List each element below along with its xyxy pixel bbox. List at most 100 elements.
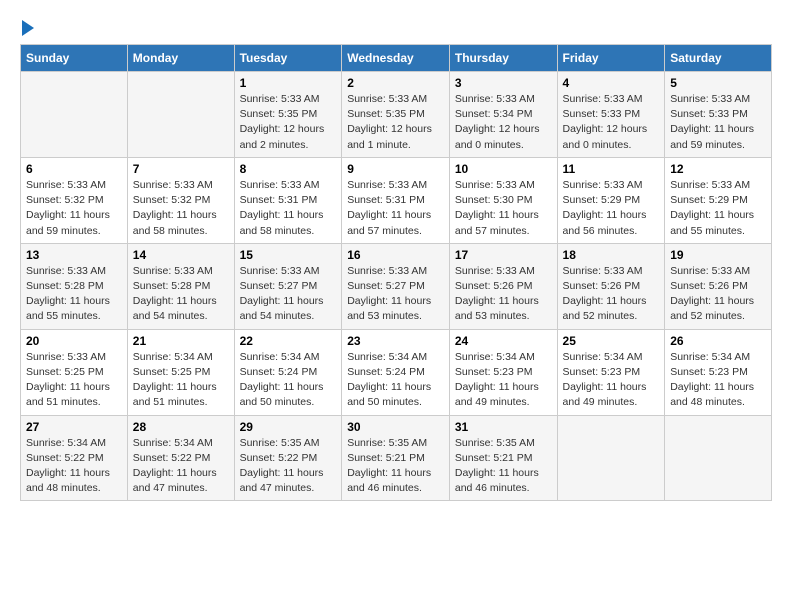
day-number: 22: [240, 334, 337, 348]
column-header-monday: Monday: [127, 45, 234, 72]
calendar-week-2: 6 Sunrise: 5:33 AMSunset: 5:32 PMDaylight…: [21, 157, 772, 243]
day-number: 4: [563, 76, 660, 90]
day-number: 29: [240, 420, 337, 434]
calendar-header-row: SundayMondayTuesdayWednesdayThursdayFrid…: [21, 45, 772, 72]
day-number: 9: [347, 162, 444, 176]
calendar-cell: [665, 415, 772, 501]
calendar-cell: 10Sunrise: 5:33 AMSunset: 5:30 PMDayligh…: [449, 157, 557, 243]
calendar-cell: 14 Sunrise: 5:33 AMSunset: 5:28 PMDayligh…: [127, 243, 234, 329]
calendar-cell: 27Sunrise: 5:34 AMSunset: 5:22 PMDayligh…: [21, 415, 128, 501]
day-detail: Sunrise: 5:33 AMSunset: 5:31 PMDaylight:…: [240, 178, 337, 239]
calendar-week-4: 20 Sunrise: 5:33 AMSunset: 5:25 PMDayligh…: [21, 329, 772, 415]
day-number: 19: [670, 248, 766, 262]
page-header: [20, 20, 772, 36]
day-detail: Sunrise: 5:33 AMSunset: 5:26 PMDaylight:…: [670, 264, 766, 325]
logo-arrow-icon: [22, 20, 34, 36]
day-detail: Sunrise: 5:33 AMSunset: 5:27 PMDaylight:…: [347, 264, 444, 325]
day-detail: Sunrise: 5:33 AMSunset: 5:33 PMDaylight:…: [563, 92, 660, 153]
day-detail: Sunrise: 5:33 AMSunset: 5:26 PMDaylight:…: [455, 264, 552, 325]
day-detail: Sunrise: 5:34 AMSunset: 5:23 PMDaylight:…: [455, 350, 552, 411]
day-number: 24: [455, 334, 552, 348]
day-number: 21: [133, 334, 229, 348]
calendar-cell: 20 Sunrise: 5:33 AMSunset: 5:25 PMDayligh…: [21, 329, 128, 415]
day-detail: Sunrise: 5:35 AMSunset: 5:22 PMDaylight:…: [240, 436, 337, 497]
calendar-cell: 1 Sunrise: 5:33 AMSunset: 5:35 PMDaylight…: [234, 72, 342, 158]
day-number: 18: [563, 248, 660, 262]
day-detail: Sunrise: 5:33 AMSunset: 5:27 PMDaylight:…: [240, 264, 337, 325]
calendar-cell: 3Sunrise: 5:33 AMSunset: 5:34 PMDaylight…: [449, 72, 557, 158]
day-number: 30: [347, 420, 444, 434]
calendar-cell: 31Sunrise: 5:35 AMSunset: 5:21 PMDayligh…: [449, 415, 557, 501]
day-detail: Sunrise: 5:34 AMSunset: 5:23 PMDaylight:…: [670, 350, 766, 411]
calendar-cell: 29 Sunrise: 5:35 AMSunset: 5:22 PMDayligh…: [234, 415, 342, 501]
day-detail: Sunrise: 5:33 AMSunset: 5:32 PMDaylight:…: [133, 178, 229, 239]
day-number: 17: [455, 248, 552, 262]
calendar-cell: [21, 72, 128, 158]
day-number: 2: [347, 76, 444, 90]
calendar-cell: 26Sunrise: 5:34 AMSunset: 5:23 PMDayligh…: [665, 329, 772, 415]
day-detail: Sunrise: 5:33 AMSunset: 5:31 PMDaylight:…: [347, 178, 444, 239]
calendar-cell: 30 Sunrise: 5:35 AMSunset: 5:21 PMDayligh…: [342, 415, 450, 501]
column-header-thursday: Thursday: [449, 45, 557, 72]
calendar-cell: 9 Sunrise: 5:33 AMSunset: 5:31 PMDaylight…: [342, 157, 450, 243]
day-detail: Sunrise: 5:34 AMSunset: 5:24 PMDaylight:…: [347, 350, 444, 411]
day-detail: Sunrise: 5:35 AMSunset: 5:21 PMDaylight:…: [347, 436, 444, 497]
calendar-cell: 25 Sunrise: 5:34 AMSunset: 5:23 PMDayligh…: [557, 329, 665, 415]
calendar-cell: 16 Sunrise: 5:33 AMSunset: 5:27 PMDayligh…: [342, 243, 450, 329]
calendar-cell: 12 Sunrise: 5:33 AMSunset: 5:29 PMDayligh…: [665, 157, 772, 243]
calendar-cell: 6Sunrise: 5:33 AMSunset: 5:32 PMDaylight…: [21, 157, 128, 243]
day-number: 12: [670, 162, 766, 176]
calendar-cell: 11 Sunrise: 5:33 AMSunset: 5:29 PMDayligh…: [557, 157, 665, 243]
column-header-tuesday: Tuesday: [234, 45, 342, 72]
day-detail: Sunrise: 5:33 AMSunset: 5:30 PMDaylight:…: [455, 178, 552, 239]
day-number: 28: [133, 420, 229, 434]
calendar-week-1: 1 Sunrise: 5:33 AMSunset: 5:35 PMDaylight…: [21, 72, 772, 158]
day-detail: Sunrise: 5:33 AMSunset: 5:35 PMDaylight:…: [240, 92, 337, 153]
day-detail: Sunrise: 5:33 AMSunset: 5:25 PMDaylight:…: [26, 350, 122, 411]
column-header-wednesday: Wednesday: [342, 45, 450, 72]
day-detail: Sunrise: 5:34 AMSunset: 5:23 PMDaylight:…: [563, 350, 660, 411]
column-header-saturday: Saturday: [665, 45, 772, 72]
calendar-cell: [127, 72, 234, 158]
day-number: 25: [563, 334, 660, 348]
calendar-cell: 15 Sunrise: 5:33 AMSunset: 5:27 PMDayligh…: [234, 243, 342, 329]
day-number: 7: [133, 162, 229, 176]
day-detail: Sunrise: 5:34 AMSunset: 5:22 PMDaylight:…: [133, 436, 229, 497]
day-number: 13: [26, 248, 122, 262]
day-detail: Sunrise: 5:33 AMSunset: 5:29 PMDaylight:…: [670, 178, 766, 239]
calendar-cell: 21 Sunrise: 5:34 AMSunset: 5:25 PMDayligh…: [127, 329, 234, 415]
calendar-cell: 19 Sunrise: 5:33 AMSunset: 5:26 PMDayligh…: [665, 243, 772, 329]
day-number: 23: [347, 334, 444, 348]
day-number: 1: [240, 76, 337, 90]
calendar-cell: [557, 415, 665, 501]
calendar-cell: 28 Sunrise: 5:34 AMSunset: 5:22 PMDayligh…: [127, 415, 234, 501]
day-number: 14: [133, 248, 229, 262]
day-number: 11: [563, 162, 660, 176]
day-detail: Sunrise: 5:34 AMSunset: 5:24 PMDaylight:…: [240, 350, 337, 411]
day-number: 16: [347, 248, 444, 262]
day-detail: Sunrise: 5:33 AMSunset: 5:28 PMDaylight:…: [133, 264, 229, 325]
day-number: 15: [240, 248, 337, 262]
calendar-week-5: 27Sunrise: 5:34 AMSunset: 5:22 PMDayligh…: [21, 415, 772, 501]
calendar-cell: 8 Sunrise: 5:33 AMSunset: 5:31 PMDaylight…: [234, 157, 342, 243]
day-detail: Sunrise: 5:33 AMSunset: 5:34 PMDaylight:…: [455, 92, 552, 153]
calendar-cell: 18 Sunrise: 5:33 AMSunset: 5:26 PMDayligh…: [557, 243, 665, 329]
calendar-cell: 23 Sunrise: 5:34 AMSunset: 5:24 PMDayligh…: [342, 329, 450, 415]
day-detail: Sunrise: 5:33 AMSunset: 5:29 PMDaylight:…: [563, 178, 660, 239]
column-header-sunday: Sunday: [21, 45, 128, 72]
calendar-cell: 5Sunrise: 5:33 AMSunset: 5:33 PMDaylight…: [665, 72, 772, 158]
day-number: 6: [26, 162, 122, 176]
calendar-table: SundayMondayTuesdayWednesdayThursdayFrid…: [20, 44, 772, 501]
calendar-cell: 13 Sunrise: 5:33 AMSunset: 5:28 PMDayligh…: [21, 243, 128, 329]
logo: [20, 20, 34, 36]
day-detail: Sunrise: 5:33 AMSunset: 5:35 PMDaylight:…: [347, 92, 444, 153]
day-detail: Sunrise: 5:34 AMSunset: 5:25 PMDaylight:…: [133, 350, 229, 411]
calendar-cell: 7 Sunrise: 5:33 AMSunset: 5:32 PMDaylight…: [127, 157, 234, 243]
calendar-cell: 17 Sunrise: 5:33 AMSunset: 5:26 PMDayligh…: [449, 243, 557, 329]
day-detail: Sunrise: 5:33 AMSunset: 5:28 PMDaylight:…: [26, 264, 122, 325]
day-number: 20: [26, 334, 122, 348]
day-detail: Sunrise: 5:33 AMSunset: 5:26 PMDaylight:…: [563, 264, 660, 325]
calendar-week-3: 13 Sunrise: 5:33 AMSunset: 5:28 PMDayligh…: [21, 243, 772, 329]
day-detail: Sunrise: 5:35 AMSunset: 5:21 PMDaylight:…: [455, 436, 552, 497]
day-number: 8: [240, 162, 337, 176]
